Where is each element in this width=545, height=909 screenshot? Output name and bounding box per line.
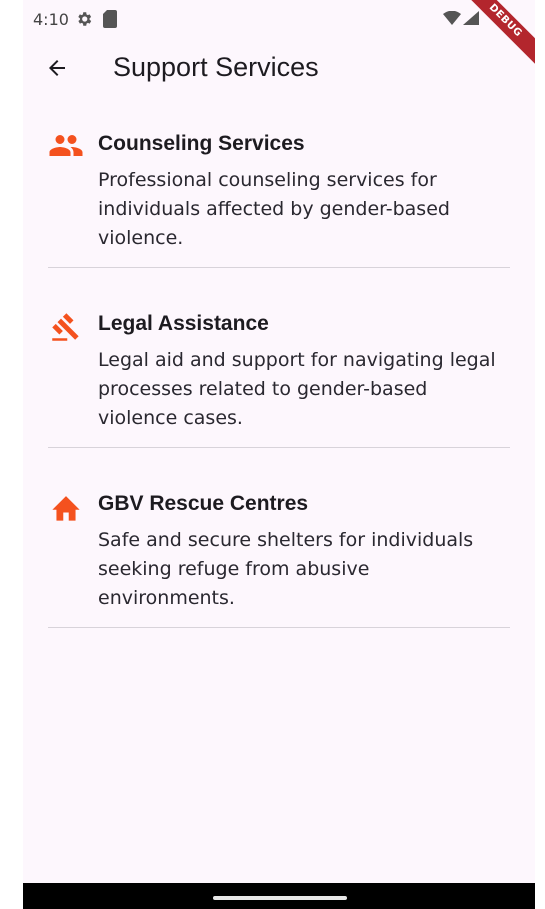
divider	[48, 447, 510, 448]
app-bar: Support Services	[23, 40, 535, 96]
people-icon	[48, 132, 84, 162]
service-description: Professional counseling services for ind…	[98, 169, 450, 249]
navigation-bar	[23, 883, 535, 909]
sd-card-icon	[103, 10, 117, 33]
home-gesture-handle[interactable]	[213, 896, 347, 900]
service-description: Safe and secure shelters for individuals…	[98, 529, 474, 609]
status-time: 4:10	[33, 10, 69, 29]
list-item-legal[interactable]: Legal Assistance Legal aid and support f…	[48, 298, 510, 448]
signal-icon	[463, 11, 479, 30]
home-icon	[48, 492, 84, 522]
service-title: GBV Rescue Centres	[98, 492, 309, 515]
page-title: Support Services	[113, 52, 319, 82]
service-description: Legal aid and support for navigating leg…	[98, 349, 496, 429]
back-arrow-icon	[49, 60, 65, 76]
settings-gear-icon	[75, 10, 93, 33]
service-title: Counseling Services	[98, 132, 305, 155]
list-item-counseling[interactable]: Counseling Services Professional counsel…	[48, 118, 510, 268]
services-list: Counseling Services Professional counsel…	[48, 118, 510, 658]
list-item-rescue-centres[interactable]: GBV Rescue Centres Safe and secure shelt…	[48, 478, 510, 628]
divider	[48, 627, 510, 628]
divider	[48, 267, 510, 268]
wifi-icon	[443, 10, 461, 30]
gavel-icon	[48, 312, 84, 342]
app-screen: 4:10 DEBUG Support Services Counseling S…	[23, 0, 535, 909]
back-button[interactable]	[41, 52, 73, 84]
status-bar: 4:10 DEBUG	[23, 0, 535, 70]
service-title: Legal Assistance	[98, 312, 269, 335]
